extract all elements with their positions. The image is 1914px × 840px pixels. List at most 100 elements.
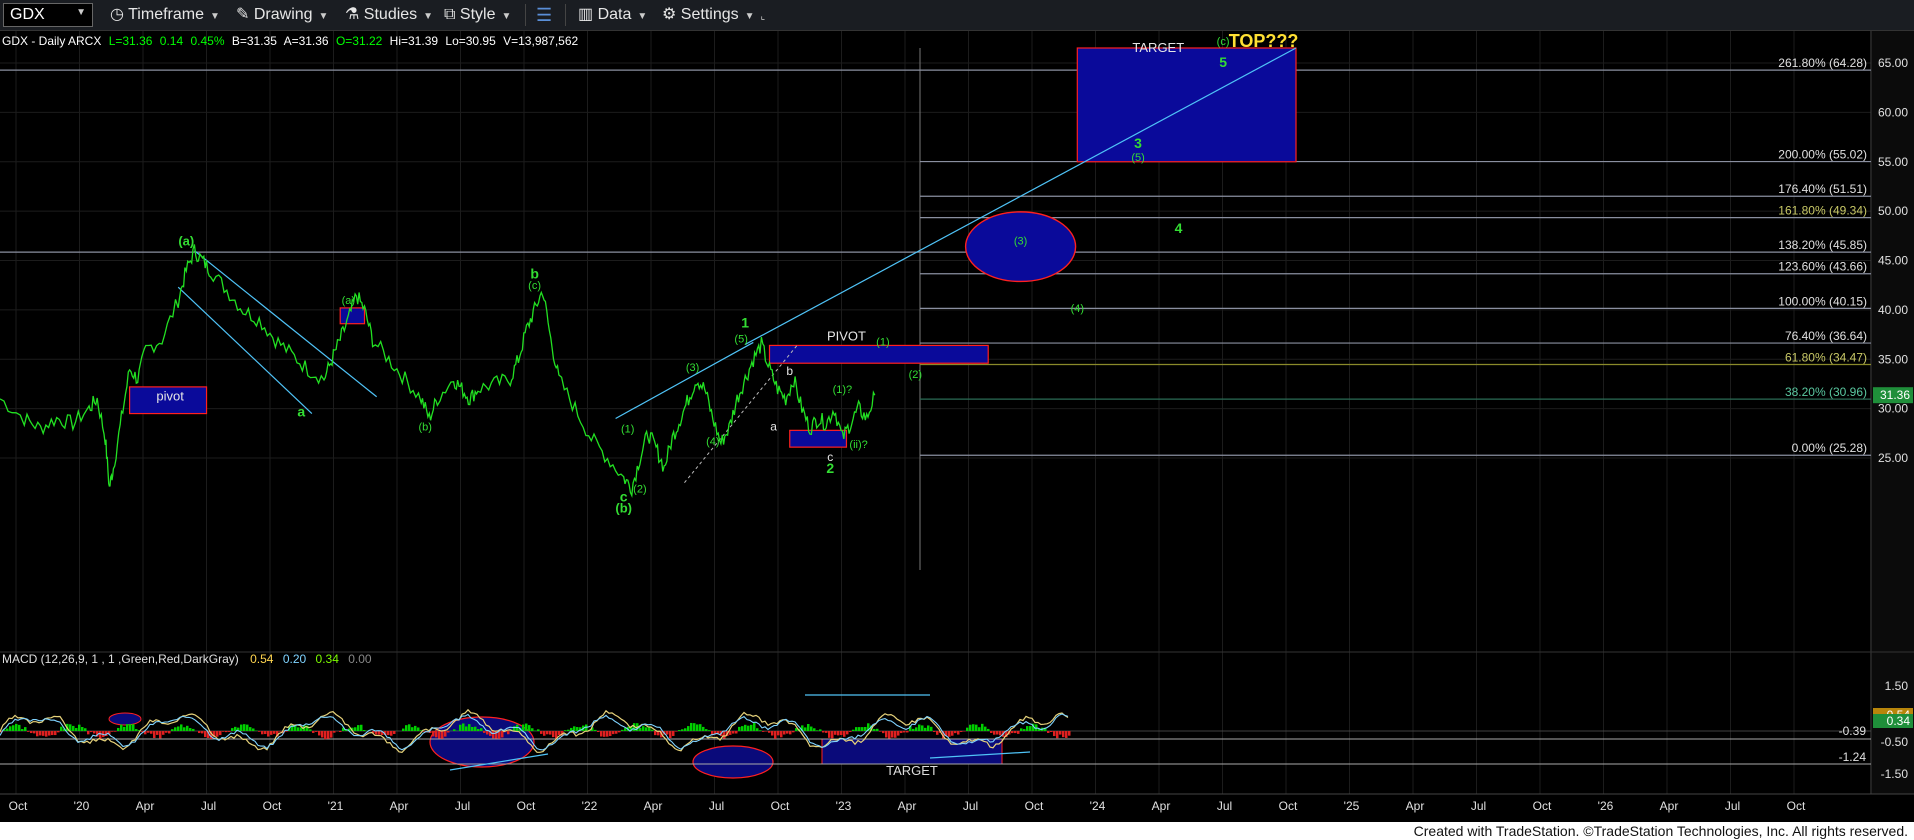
macd-bar bbox=[483, 731, 486, 733]
fib-label: 161.80% (49.34) bbox=[1778, 204, 1867, 218]
macd-bar bbox=[609, 731, 612, 737]
macd-bar bbox=[759, 730, 762, 731]
macd-bar bbox=[228, 731, 231, 732]
macd-bar bbox=[999, 731, 1002, 736]
macd-bar bbox=[90, 731, 93, 733]
macd-bar bbox=[876, 728, 879, 731]
macd-bar bbox=[780, 731, 783, 738]
macd-bar bbox=[444, 731, 447, 737]
macd-bar bbox=[357, 725, 360, 731]
macd-bar bbox=[549, 731, 552, 735]
macd-bar bbox=[849, 731, 852, 732]
macd-bar bbox=[900, 731, 903, 734]
macd-bar bbox=[1050, 731, 1053, 732]
macd-bar bbox=[471, 726, 474, 731]
macd-bar bbox=[477, 729, 480, 731]
macd-bar bbox=[48, 731, 51, 736]
macd-bar bbox=[216, 731, 219, 737]
macd-bar bbox=[597, 731, 600, 733]
macd-bar bbox=[51, 731, 54, 736]
wave-label: b bbox=[530, 265, 539, 281]
time-tick-label: Jul bbox=[1471, 799, 1486, 813]
macd-bar bbox=[525, 723, 528, 731]
macd-bar bbox=[855, 727, 858, 731]
macd-bar bbox=[222, 731, 225, 732]
macd-bar bbox=[363, 729, 366, 731]
macd-bar bbox=[123, 726, 126, 731]
macd-bar bbox=[321, 731, 324, 738]
time-tick-label: Apr bbox=[898, 799, 917, 813]
macd-bar bbox=[147, 731, 150, 733]
macd-bar bbox=[258, 731, 261, 732]
macd-bar bbox=[492, 731, 495, 739]
wave-label: (2) bbox=[633, 484, 646, 496]
time-tick-label: Oct bbox=[1025, 799, 1044, 813]
macd-bar bbox=[198, 731, 201, 734]
macd-bar bbox=[852, 729, 855, 731]
wave-label: (1)? bbox=[833, 384, 853, 396]
macd-level-label: -1.24 bbox=[1839, 750, 1867, 764]
macd-bar bbox=[501, 731, 504, 738]
macd-bar bbox=[888, 731, 891, 739]
wave-label: (5) bbox=[1131, 152, 1144, 164]
macd-bar bbox=[192, 728, 195, 731]
macd-bar bbox=[30, 731, 33, 734]
time-tick-label: Jul bbox=[1217, 799, 1232, 813]
macd-bar bbox=[924, 727, 927, 731]
macd-bar bbox=[414, 725, 417, 731]
macd-bar bbox=[846, 731, 849, 735]
macd-bar bbox=[816, 730, 819, 731]
macd-bar bbox=[933, 731, 936, 732]
macd-bar bbox=[675, 731, 678, 732]
macd-bar bbox=[810, 726, 813, 731]
macd-bar bbox=[786, 731, 789, 734]
macd-bar bbox=[753, 723, 756, 731]
macd-bar bbox=[705, 729, 708, 731]
macd-bar bbox=[297, 727, 300, 731]
time-tick-label: Oct bbox=[9, 799, 28, 813]
macd-bar bbox=[642, 726, 645, 731]
macd-bar bbox=[684, 728, 687, 731]
macd-highlight bbox=[429, 716, 535, 768]
macd-bar bbox=[225, 731, 228, 733]
chart-area[interactable]: GDX - Daily ARCX L=31.36 0.14 0.45% B=31… bbox=[0, 0, 1914, 822]
fib-label: 200.00% (55.02) bbox=[1778, 148, 1867, 162]
macd-bar bbox=[468, 724, 471, 731]
macd-bar bbox=[972, 724, 975, 731]
macd-bar bbox=[54, 731, 57, 736]
macd-bar bbox=[354, 727, 357, 731]
macd-header: MACD (12,26,9, 1 , 1 ,Green,Red,DarkGray… bbox=[2, 652, 372, 666]
chart-background bbox=[0, 31, 1914, 822]
fib-label: 61.80% (34.47) bbox=[1785, 350, 1867, 364]
time-tick-label: '22 bbox=[582, 799, 598, 813]
time-tick-label: Oct bbox=[1533, 799, 1552, 813]
fib-label: 0.00% (25.28) bbox=[1792, 441, 1867, 455]
quote-change: 0.14 bbox=[160, 34, 184, 48]
macd-bar bbox=[543, 731, 546, 736]
macd-bar bbox=[612, 731, 615, 735]
macd-bar bbox=[762, 731, 765, 732]
wave-label: a bbox=[297, 404, 305, 420]
macd-bar bbox=[267, 731, 270, 737]
macd-bar bbox=[435, 731, 438, 738]
macd-bar bbox=[1011, 731, 1014, 734]
box bbox=[789, 429, 848, 448]
fib-label: 123.60% (43.66) bbox=[1778, 260, 1867, 274]
time-tick-label: Jul bbox=[963, 799, 978, 813]
macd-bar bbox=[507, 731, 510, 735]
macd-tick-label: -1.50 bbox=[1881, 767, 1909, 781]
time-tick-label: Apr bbox=[136, 799, 155, 813]
price-tick-label: 30.00 bbox=[1878, 402, 1908, 416]
price-tick-label: 45.00 bbox=[1878, 254, 1908, 268]
macd-bar bbox=[822, 731, 825, 733]
copyright-text: Created with TradeStation. ©TradeStation… bbox=[1413, 823, 1908, 839]
macd-bar bbox=[1065, 731, 1068, 738]
macd-bar bbox=[882, 731, 885, 734]
macd-bar bbox=[702, 726, 705, 731]
macd-bar bbox=[864, 726, 867, 731]
macd-bar bbox=[546, 731, 549, 735]
macd-bar bbox=[615, 731, 618, 734]
macd-bar bbox=[528, 725, 531, 731]
macd-bar bbox=[186, 725, 189, 731]
wave-label: 4 bbox=[1175, 220, 1183, 236]
